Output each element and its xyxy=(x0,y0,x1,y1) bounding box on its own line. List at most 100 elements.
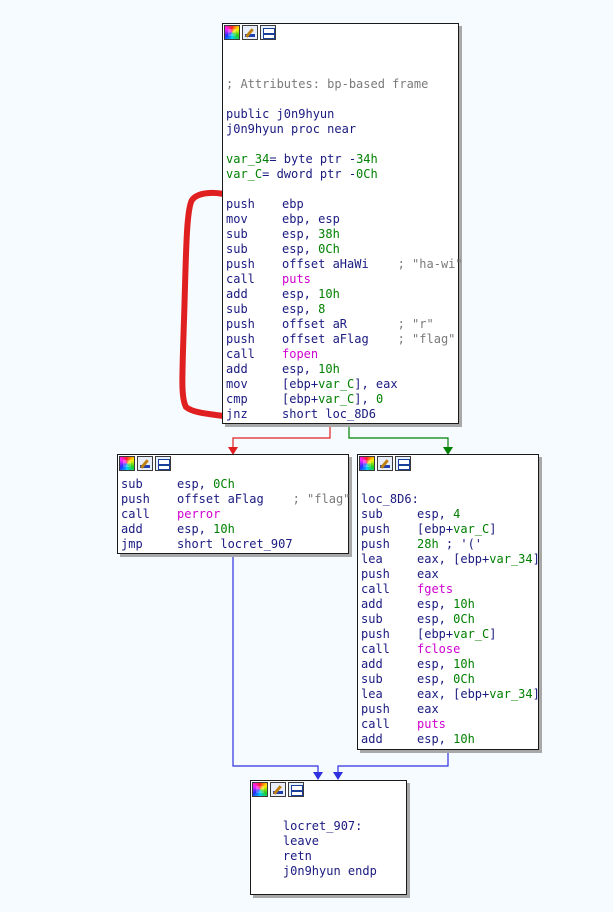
code-line[interactable]: push offset aFlag ; "flag" xyxy=(121,492,350,507)
code-line[interactable]: sub esp, 4 xyxy=(361,507,540,522)
operand: esp, 0Ch xyxy=(417,612,475,626)
operand: esp, 10h xyxy=(417,597,475,611)
code-line[interactable] xyxy=(226,92,463,107)
basic-block-entry[interactable]: ; Attributes: bp-based frame public j0n9h… xyxy=(222,23,463,424)
code-line[interactable]: mov ebp, esp xyxy=(226,212,463,227)
code-line[interactable]: call perror xyxy=(121,507,350,522)
edge-left-to-exit xyxy=(232,553,319,775)
code-line[interactable]: push eax xyxy=(361,702,540,717)
operand: esp, 10h xyxy=(417,657,475,671)
block-toolbar xyxy=(119,456,171,473)
code-line[interactable]: push [ebp+var_C] xyxy=(361,627,540,642)
code-line[interactable] xyxy=(361,477,540,492)
code-line[interactable]: lea eax, [ebp+var_34] xyxy=(361,552,540,567)
code-line[interactable]: sub esp, 38h xyxy=(226,227,463,242)
function-ref: puts xyxy=(282,272,311,286)
code-line[interactable]: cmp [ebp+var_C], 0 xyxy=(226,392,463,407)
operand: esp, 0Ch xyxy=(177,477,235,491)
code-line[interactable]: add esp, 10h xyxy=(121,522,350,537)
operand: = dword ptr -0Ch xyxy=(262,167,378,181)
comment: ; "r" xyxy=(397,317,434,331)
mnemonic: lea xyxy=(361,687,383,701)
code-line[interactable]: public j0n9hyun xyxy=(226,107,463,122)
block-toolbar xyxy=(224,25,276,42)
operand: esp, 10h xyxy=(282,287,340,301)
code-line[interactable]: j0n9hyun proc near xyxy=(226,122,463,137)
code-line[interactable]: sub esp, 0Ch xyxy=(121,477,350,492)
code-line[interactable]: sub esp, 8 xyxy=(226,302,463,317)
block-toolbar xyxy=(252,782,304,799)
operand: esp, 10h xyxy=(282,362,340,376)
code-line[interactable]: locret_907: xyxy=(254,819,377,834)
graph-overview-icon[interactable] xyxy=(395,456,411,471)
code-line[interactable]: add esp, 10h xyxy=(226,287,463,302)
code-line[interactable]: add esp, 10h xyxy=(361,732,540,747)
code-line[interactable]: ; Attributes: bp-based frame xyxy=(226,77,463,92)
code-line[interactable]: leave xyxy=(254,834,377,849)
basic-block-loc-8d6[interactable]: loc_8D6: sub esp, 4 push [ebp+var_C] push 28h … xyxy=(357,454,540,750)
code-line[interactable]: lea eax, [ebp+var_34] xyxy=(361,687,540,702)
code-line[interactable] xyxy=(226,182,463,197)
code-line[interactable]: push offset aHaWi ; "ha-wi" xyxy=(226,257,463,272)
edge-right-arrowhead xyxy=(333,772,343,780)
label-text: retn xyxy=(254,849,312,863)
code-line[interactable]: push ebp xyxy=(226,197,463,212)
code-line[interactable]: push offset aR ; "r" xyxy=(226,317,463,332)
mnemonic: push xyxy=(226,332,255,346)
graph-overview-icon[interactable] xyxy=(288,782,304,797)
code-line[interactable]: push offset aFlag ; "flag" xyxy=(226,332,463,347)
code-line[interactable]: var_C= dword ptr -0Ch xyxy=(226,167,463,182)
operand: = byte ptr -34h xyxy=(269,152,378,166)
edit-pencil-icon[interactable] xyxy=(137,456,153,471)
operand: esp, 0Ch xyxy=(417,672,475,686)
color-palette-icon[interactable] xyxy=(224,25,240,40)
operand: [ebp+var_C], 0 xyxy=(282,392,384,406)
code-line[interactable]: call puts xyxy=(361,717,540,732)
basic-block-locret-907[interactable]: locret_907: leave retn j0n9hyun endp xyxy=(250,780,407,895)
graph-overview-icon[interactable] xyxy=(260,25,276,40)
code-line[interactable]: jmp short locret_907 xyxy=(121,537,350,552)
code-line[interactable]: call fclose xyxy=(361,642,540,657)
mnemonic: add xyxy=(226,287,248,301)
mnemonic: add xyxy=(121,522,143,536)
graph-canvas[interactable]: ; Attributes: bp-based frame public j0n9h… xyxy=(0,0,613,912)
edit-pencil-icon[interactable] xyxy=(242,25,258,40)
code-line[interactable]: retn xyxy=(254,849,377,864)
mnemonic: sub xyxy=(226,227,248,241)
code-line[interactable] xyxy=(226,137,463,152)
mnemonic: push xyxy=(361,567,390,581)
code-line[interactable]: j0n9hyun endp xyxy=(254,864,377,879)
code-line[interactable]: sub esp, 0Ch xyxy=(361,672,540,687)
code-line[interactable]: add esp, 10h xyxy=(226,362,463,377)
code-line[interactable]: var_34= byte ptr -34h xyxy=(226,152,463,167)
mnemonic: sub xyxy=(226,302,248,316)
code-line[interactable]: mov [ebp+var_C], eax xyxy=(226,377,463,392)
function-ref: perror xyxy=(177,507,221,521)
code-line[interactable]: add esp, 10h xyxy=(361,657,540,672)
code-line[interactable]: push [ebp+var_C] xyxy=(361,522,540,537)
code-line[interactable]: push eax xyxy=(361,567,540,582)
operand: eax, [ebp+var_34] xyxy=(417,687,540,701)
code-line[interactable]: add esp, 10h xyxy=(361,597,540,612)
block-code: loc_8D6: sub esp, 4 push [ebp+var_C] push 28h … xyxy=(361,477,540,747)
code-line[interactable]: call puts xyxy=(226,272,463,287)
operand: eax xyxy=(417,567,439,581)
mnemonic: mov xyxy=(226,212,248,226)
color-palette-icon[interactable] xyxy=(359,456,375,471)
code-line[interactable]: call fgets xyxy=(361,582,540,597)
comment: ; "ha-wi" xyxy=(397,257,463,271)
basic-block-error[interactable]: sub esp, 0Ch push offset aFlag ; "flag" call… xyxy=(117,454,350,554)
color-palette-icon[interactable] xyxy=(119,456,135,471)
edit-pencil-icon[interactable] xyxy=(270,782,286,797)
label-text: leave xyxy=(254,834,320,848)
code-line[interactable]: jnz short loc_8D6 xyxy=(226,407,463,422)
graph-overview-icon[interactable] xyxy=(155,456,171,471)
code-line[interactable]: push 28h ; '(' xyxy=(361,537,540,552)
code-line[interactable]: call fopen xyxy=(226,347,463,362)
code-line[interactable]: sub esp, 0Ch xyxy=(361,612,540,627)
comment: ; "flag" xyxy=(397,332,456,346)
edit-pencil-icon[interactable] xyxy=(377,456,393,471)
color-palette-icon[interactable] xyxy=(252,782,268,797)
code-line[interactable]: sub esp, 0Ch xyxy=(226,242,463,257)
code-line[interactable]: loc_8D6: xyxy=(361,492,540,507)
